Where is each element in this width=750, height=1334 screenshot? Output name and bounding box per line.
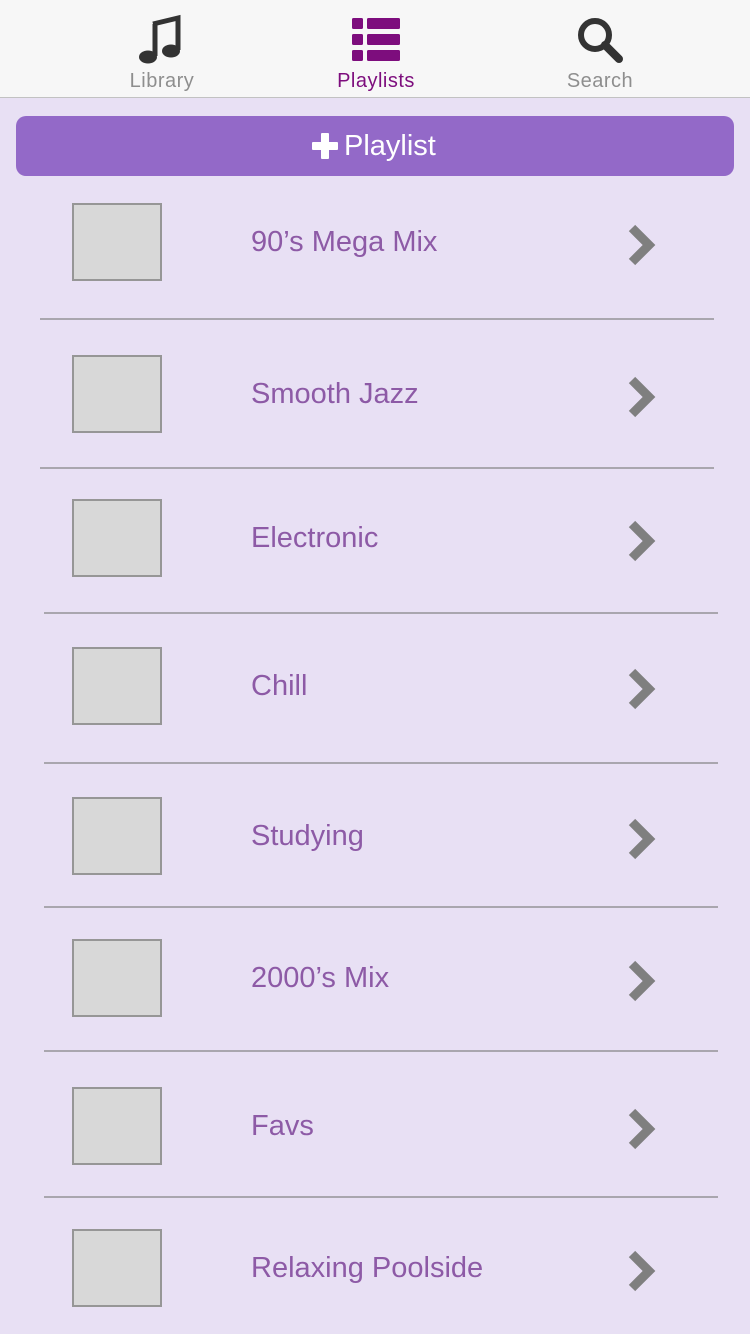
add-playlist-button[interactable]: Playlist [16, 116, 734, 176]
chevron-right-icon [628, 376, 656, 418]
playlist-artwork [72, 939, 162, 1017]
add-playlist-label: Playlist [344, 130, 436, 162]
playlist-row[interactable]: Smooth Jazz [0, 335, 750, 455]
row-divider [40, 467, 714, 469]
music-note-icon [139, 14, 181, 64]
tab-search[interactable]: Search [500, 0, 700, 98]
row-divider [44, 1196, 718, 1198]
playlist-title: Smooth Jazz [251, 378, 419, 410]
playlist-artwork [72, 499, 162, 577]
playlist-title: Favs [251, 1110, 314, 1142]
row-divider [44, 612, 718, 614]
row-divider [40, 318, 714, 320]
playlist-row[interactable]: Relaxing Poolside [0, 1209, 750, 1329]
playlist-artwork [72, 1087, 162, 1165]
playlist-artwork [72, 355, 162, 433]
playlist-artwork [72, 203, 162, 281]
tab-playlists-label: Playlists [337, 70, 415, 92]
row-divider [44, 762, 718, 764]
playlist-row[interactable]: Chill [0, 627, 750, 747]
search-icon [578, 18, 623, 63]
playlist-artwork [72, 797, 162, 875]
playlist-title: Electronic [251, 522, 379, 554]
playlist-title: Relaxing Poolside [251, 1252, 484, 1284]
playlist-title: 2000’s Mix [251, 962, 390, 994]
chevron-right-icon [628, 818, 656, 860]
chevron-right-icon [628, 668, 656, 710]
row-divider [44, 1050, 718, 1052]
tab-library-label: Library [129, 70, 195, 92]
playlist-row[interactable]: Electronic [0, 479, 750, 599]
playlist-row[interactable]: 90’s Mega Mix [0, 183, 750, 303]
chevron-right-icon [628, 1250, 656, 1292]
tab-search-label: Search [566, 70, 634, 92]
row-divider [44, 906, 718, 908]
playlist-artwork [72, 647, 162, 725]
playlist-title: Studying [251, 820, 364, 852]
chevron-right-icon [628, 1108, 656, 1150]
chevron-right-icon [628, 224, 656, 266]
playlist-row[interactable]: 2000’s Mix [0, 919, 750, 1039]
plus-icon [312, 133, 338, 159]
tab-playlists[interactable]: Playlists [276, 0, 476, 98]
playlist-title: Chill [251, 670, 308, 702]
chevron-right-icon [628, 520, 656, 562]
list-icon [352, 18, 400, 61]
chevron-right-icon [628, 960, 656, 1002]
playlist-row[interactable]: Studying [0, 777, 750, 897]
playlist-title: 90’s Mega Mix [251, 226, 438, 258]
playlist-row[interactable]: Favs [0, 1067, 750, 1187]
playlist-artwork [72, 1229, 162, 1307]
tab-bar: Library Playlists Search [0, 0, 750, 98]
tab-library[interactable]: Library [62, 0, 262, 98]
